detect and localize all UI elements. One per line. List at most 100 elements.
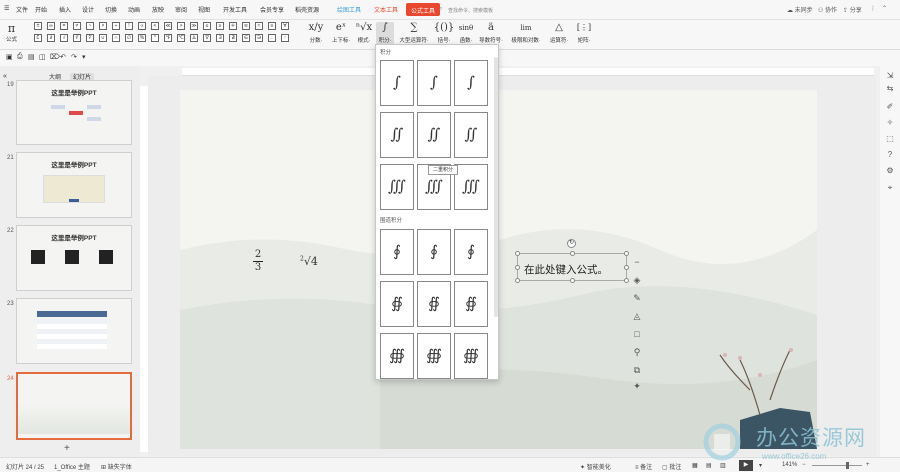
undo-icon[interactable]: ↶ (60, 53, 66, 61)
symbol-button[interactable]: ≡ (268, 22, 276, 30)
integral-template[interactable]: ∫ (417, 60, 451, 106)
radical-button[interactable]: ⁿ√x 根式· (354, 22, 374, 44)
collab-button[interactable]: ⚇ 协作 (818, 5, 837, 14)
contour-integral-template[interactable]: ∰ (380, 333, 414, 379)
symbol-button[interactable]: ∓ (229, 22, 237, 30)
menu-insert[interactable]: 插入 (59, 5, 71, 14)
contour-integral-template[interactable]: ∰ (417, 333, 451, 379)
slide-thumb-23[interactable] (16, 298, 132, 364)
expand-icon[interactable]: ⇲ (885, 71, 895, 81)
resize-handle[interactable] (515, 251, 520, 256)
gallery-scrollbar[interactable] (494, 57, 498, 317)
symbol-button[interactable]: ∃ (216, 34, 224, 42)
resize-handle[interactable] (515, 278, 520, 283)
more-menu-icon[interactable]: ⋮ (870, 5, 876, 12)
symbol-button[interactable]: > (177, 22, 185, 30)
slide-thumb-21[interactable]: 这里是举例PPT (16, 152, 132, 218)
symbol-button[interactable]: ~ (86, 22, 94, 30)
integral-button[interactable]: ∫ 积分· (376, 22, 394, 46)
symbol-button[interactable]: % (138, 34, 146, 42)
pin-icon[interactable]: ⚲ (630, 345, 644, 359)
large-operator-button[interactable]: ∑ 大型运算符· (398, 22, 430, 44)
equation-textbox[interactable]: 在此处键入公式。 ↻ (515, 239, 629, 283)
fill-icon[interactable]: ◬ (630, 309, 644, 323)
location-icon[interactable]: ⌖ (885, 183, 895, 193)
symbol-button[interactable]: ≅ (242, 22, 250, 30)
integral-template[interactable]: ∫ (454, 60, 488, 106)
layers-icon[interactable]: ◈ (630, 273, 644, 287)
symbol-button[interactable]: ∋ (255, 34, 263, 42)
slide-thumb-22[interactable]: 这里是举例PPT (16, 225, 132, 291)
symbol-button[interactable]: = (60, 22, 68, 30)
accent-button[interactable]: ä 导数符号· (478, 22, 504, 44)
menu-member[interactable]: 会员专享 (260, 5, 284, 14)
contour-integral-template[interactable]: ∯ (380, 281, 414, 327)
symbol-button[interactable]: ∝ (138, 22, 146, 30)
symbol-button[interactable]: ∛ (73, 34, 81, 42)
formula-insert-button[interactable]: π 公式 (6, 22, 17, 43)
integral-template[interactable]: ∭ (380, 164, 414, 210)
menu-file[interactable]: 文件 (16, 5, 28, 14)
symbol-button[interactable]: < (151, 22, 159, 30)
collapse-ribbon-icon[interactable]: ⌃ (882, 5, 887, 12)
fraction-equation[interactable]: 2 3 (253, 249, 263, 273)
menu-animation[interactable]: 动画 (128, 5, 140, 14)
print-icon[interactable]: ⎙ (17, 53, 23, 61)
hamburger-icon[interactable]: ☰ (4, 5, 9, 12)
comments-button[interactable]: ▢ 批注 (662, 462, 681, 471)
settings-icon[interactable]: ⚙ (885, 166, 895, 176)
root-equation[interactable]: 2√4 (300, 255, 318, 268)
contour-integral-template[interactable]: ∮ (454, 229, 488, 275)
menu-docer[interactable]: 稻壳资源 (295, 5, 319, 14)
bracket-button[interactable]: {()} 括号· (433, 22, 455, 44)
symbol-button[interactable]: ∆ (190, 34, 198, 42)
sync-status[interactable]: ☁ 未同步 (787, 5, 813, 14)
symbol-button[interactable]: ≈ (255, 22, 263, 30)
rotate-handle-icon[interactable]: ↻ (567, 239, 576, 248)
integral-template[interactable]: ∬ (417, 112, 451, 158)
operator-button[interactable]: △ 运算符· (547, 22, 571, 44)
slide-thumb-24[interactable] (16, 372, 132, 440)
tab-drawing-tools[interactable]: 绘图工具 (337, 5, 361, 14)
symbol-button[interactable]: ∪ (99, 34, 107, 42)
style-icon[interactable]: ✐ (885, 102, 895, 112)
pdf-icon[interactable]: ▤ (28, 53, 35, 61)
symbol-button[interactable]: ℉ (164, 34, 172, 42)
search-input[interactable]: ⌕ 查找命令、搜索模板 (437, 4, 521, 16)
symbol-button[interactable]: × (99, 22, 107, 30)
symbol-button[interactable]: ∂ (47, 34, 55, 42)
resize-handle[interactable] (624, 265, 629, 270)
collapse-panel-icon[interactable]: « (3, 73, 7, 80)
menu-devtools[interactable]: 开发工具 (223, 5, 247, 14)
integral-template[interactable]: ∫ (380, 60, 414, 106)
symbol-button[interactable]: ∄ (229, 34, 237, 42)
symbol-button[interactable]: ∈ (242, 34, 250, 42)
menu-home[interactable]: 开始 (35, 5, 47, 14)
integral-template[interactable]: ∭ (454, 164, 488, 210)
function-button[interactable]: sinθ 函数· (456, 22, 476, 44)
redo-icon[interactable]: ↷ (71, 53, 77, 61)
symbol-button[interactable]: ↑ (281, 34, 289, 42)
resize-handle[interactable] (570, 251, 575, 256)
resize-handle[interactable] (624, 278, 629, 283)
symbol-button[interactable]: ≤ (203, 22, 211, 30)
menu-review[interactable]: 审阅 (175, 5, 187, 14)
contour-integral-template[interactable]: ∮ (417, 229, 451, 275)
menu-design[interactable]: 设计 (82, 5, 94, 14)
resize-handle[interactable] (570, 278, 575, 283)
equation-placeholder[interactable]: 在此处键入公式。 (524, 262, 608, 277)
fraction-button[interactable]: x/y 分数· (305, 22, 327, 44)
preview-icon[interactable]: ◫ (39, 53, 46, 61)
property-icon[interactable]: ⇆ (885, 84, 895, 94)
tab-text-tools[interactable]: 文本工具 (374, 5, 398, 14)
symbol-gallery[interactable]: ± ∞ = ≠ ~ × ÷! ∝ < ≪ > ≫ ≤ ≥ ∓ ≅ ≈ ≡ ∀ ∁ ∂ √ ∛ ∜ ∪ ∩ ∅% ° ℉ ℃ ∆ ∇ ∃ ∄ ∈ ∋ ← ↑ (34, 22, 299, 46)
symbol-button[interactable]: ∞ (47, 22, 55, 30)
symbol-button[interactable]: ∇ (203, 34, 211, 42)
symbol-button[interactable]: ∩ (112, 34, 120, 42)
symbol-button[interactable]: ! (125, 22, 133, 30)
missing-font-button[interactable]: ⊞ 缺失字体 (101, 462, 132, 471)
save-icon[interactable]: ▣ (6, 53, 13, 61)
notes-button[interactable]: ≡ 备注 (635, 462, 652, 471)
symbol-button[interactable]: ÷ (112, 22, 120, 30)
contour-integral-template[interactable]: ∰ (454, 333, 488, 379)
